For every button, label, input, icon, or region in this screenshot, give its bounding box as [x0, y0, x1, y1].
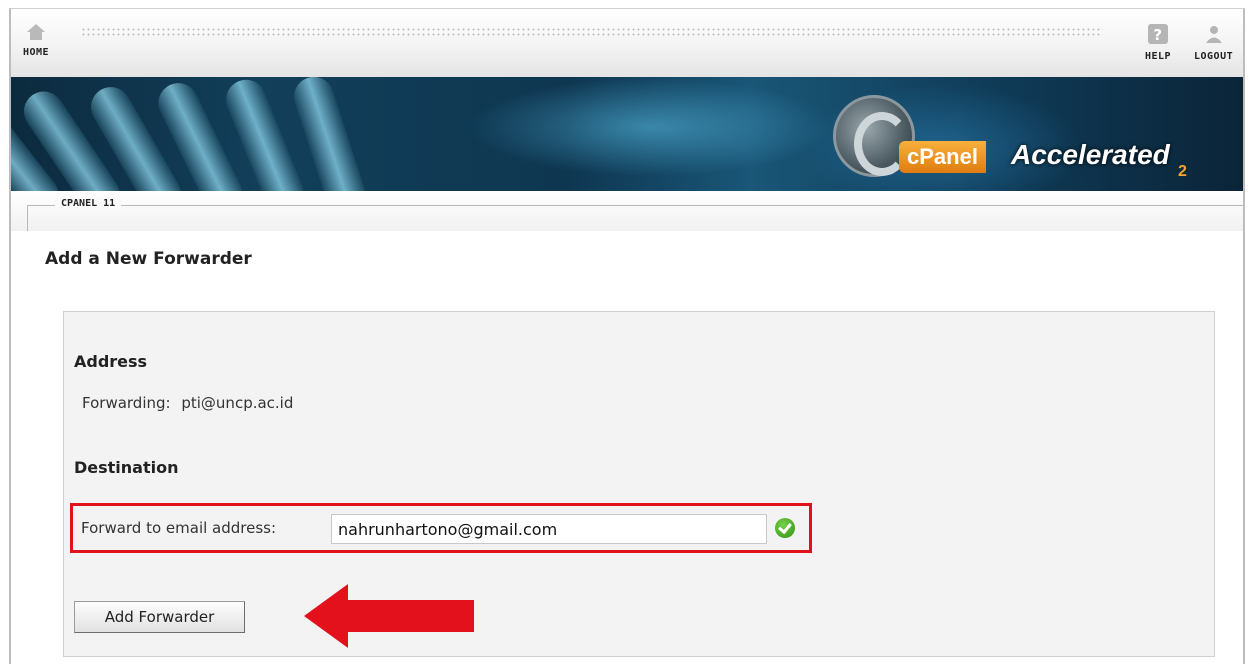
logout-link[interactable]: LOGOUT [1194, 23, 1233, 62]
version-strip: CPANEL 11 [11, 191, 1243, 231]
help-icon: ? [1148, 24, 1169, 44]
header-banner: cPanel Accelerated 2 [11, 77, 1243, 191]
nav-divider [81, 27, 1103, 37]
brand-panel-text: cPanel [899, 141, 986, 173]
forward-to-label: Forward to email address: [81, 519, 277, 537]
brand-version-text: 2 [1178, 163, 1187, 180]
forward-email-input[interactable] [331, 514, 767, 544]
valid-check-icon [775, 518, 795, 538]
help-label: HELP [1145, 51, 1172, 62]
red-arrow-annotation-icon [304, 584, 474, 648]
banner-decoration [288, 77, 371, 191]
logout-label: LOGOUT [1194, 51, 1234, 62]
top-nav-bar: HOME ? HELP LOGOUT [11, 9, 1243, 77]
strip-divider [27, 205, 28, 231]
forwarding-row: Forwarding: pti@uncp.ac.id [82, 394, 293, 412]
brand-accelerated-text: Accelerated [1011, 139, 1170, 170]
home-label: HOME [23, 47, 50, 58]
add-forwarder-button[interactable]: Add Forwarder [74, 601, 245, 633]
help-link[interactable]: ? HELP [1145, 23, 1171, 62]
forwarding-label: Forwarding: [82, 394, 171, 412]
home-link[interactable]: HOME [23, 23, 49, 58]
destination-highlight-box: Forward to email address: [70, 503, 812, 553]
address-heading: Address [74, 352, 148, 371]
cpanel-version-label: CPANEL 11 [55, 198, 122, 209]
cpanel-window: HOME ? HELP LOGOUT cPanel Accelerated 2 [9, 8, 1245, 664]
forwarding-address: pti@uncp.ac.id [181, 394, 294, 412]
strip-divider [27, 205, 1243, 206]
svg-text:?: ? [1153, 26, 1162, 44]
page-title: Add a New Forwarder [45, 249, 252, 269]
logout-icon [1205, 26, 1222, 43]
destination-heading: Destination [74, 458, 179, 477]
home-icon [27, 24, 46, 40]
forwarder-form-panel: Address Forwarding: pti@uncp.ac.id Desti… [63, 311, 1215, 657]
